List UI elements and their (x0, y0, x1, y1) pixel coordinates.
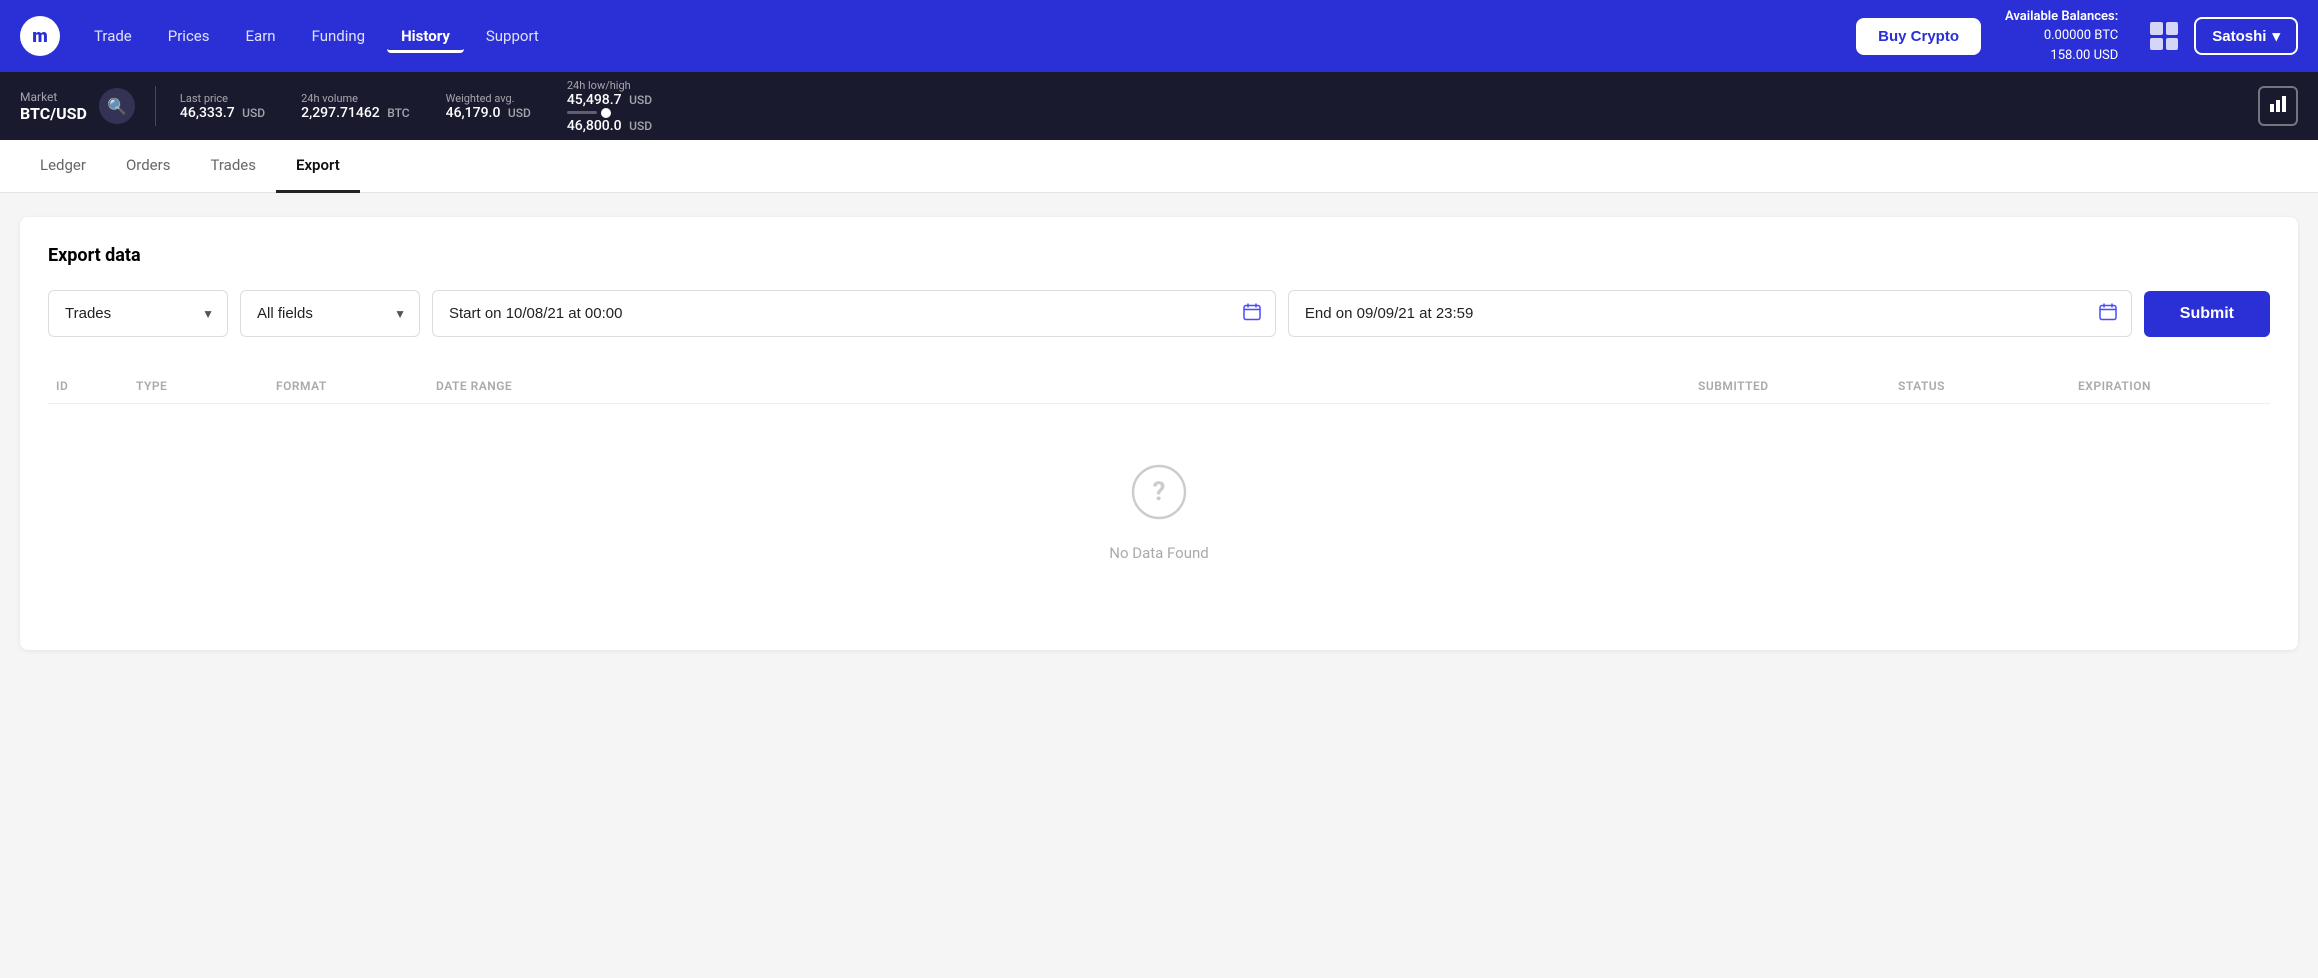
market-divider (155, 86, 156, 126)
svg-text:?: ? (1153, 477, 1166, 507)
last-price-value: 46,333.7 USD (180, 105, 265, 121)
chevron-down-icon: ▾ (2272, 27, 2280, 45)
balance-usd: 158.00 USD (2005, 46, 2118, 66)
logo-text: m (32, 26, 48, 47)
nav-earn[interactable]: Earn (232, 19, 290, 53)
tab-trades[interactable]: Trades (190, 140, 276, 193)
low-high-stat: 24h low/high 45,498.7 USD 46,800.0 USD (567, 79, 652, 134)
table-header: ID TYPE FORMAT DATE RANGE SUBMITTED STAT… (48, 369, 2270, 404)
tab-ledger[interactable]: Ledger (20, 140, 106, 193)
last-price-label: Last price (180, 92, 265, 105)
history-tabs: Ledger Orders Trades Export (0, 140, 2318, 193)
logo[interactable]: m (20, 16, 60, 56)
market-info: Market BTC/USD (20, 90, 87, 123)
col-status: STATUS (1890, 379, 2070, 393)
tab-export[interactable]: Export (276, 140, 360, 193)
bar-chart-icon (2268, 94, 2288, 118)
market-search-button[interactable]: 🔍 (99, 88, 135, 124)
no-data-section: ? No Data Found (48, 404, 2270, 622)
top-navigation: m Trade Prices Earn Funding History Supp… (0, 0, 2318, 72)
market-label: Market (20, 90, 87, 104)
chart-toggle-button[interactable] (2258, 86, 2298, 126)
balance-btc: 0.00000 BTC (2005, 26, 2118, 46)
range-slider (567, 108, 644, 118)
col-expiration: EXPIRATION (2070, 379, 2270, 393)
type-select-wrap: Trades ▼ (48, 290, 228, 337)
export-card: Export data Trades ▼ All fields ▼ (20, 217, 2298, 650)
main-content: Export data Trades ▼ All fields ▼ (0, 193, 2318, 674)
nav-trade[interactable]: Trade (80, 19, 146, 53)
export-title: Export data (48, 245, 2270, 266)
fields-select-wrap: All fields ▼ (240, 290, 420, 337)
col-date-range: DATE RANGE (428, 379, 1690, 393)
buy-crypto-button[interactable]: Buy Crypto (1856, 18, 1981, 55)
nav-history[interactable]: History (387, 19, 464, 53)
end-date-input[interactable] (1288, 290, 2132, 337)
type-select[interactable]: Trades (48, 290, 228, 337)
user-menu-button[interactable]: Satoshi ▾ (2194, 17, 2298, 55)
user-name: Satoshi (2212, 28, 2266, 45)
market-bar: Market BTC/USD 🔍 Last price 46,333.7 USD… (0, 72, 2318, 140)
last-price-stat: Last price 46,333.7 USD (180, 92, 265, 121)
col-type: TYPE (128, 379, 268, 393)
start-date-wrap (432, 290, 1276, 337)
start-date-input[interactable] (432, 290, 1276, 337)
nav-funding[interactable]: Funding (298, 19, 380, 53)
lowhigh-label: 24h low/high (567, 79, 652, 92)
submit-button[interactable]: Submit (2144, 291, 2270, 337)
col-format: FORMAT (268, 379, 428, 393)
search-icon: 🔍 (107, 97, 127, 116)
weighted-value: 46,179.0 USD (446, 105, 531, 121)
nav-prices[interactable]: Prices (154, 19, 224, 53)
balance-display: Available Balances: 0.00000 BTC 158.00 U… (2005, 7, 2118, 66)
weighted-avg-stat: Weighted avg. 46,179.0 USD (446, 92, 531, 121)
volume-stat: 24h volume 2,297.71462 BTC (301, 92, 410, 121)
tab-orders[interactable]: Orders (106, 140, 191, 193)
market-name: BTC/USD (20, 104, 87, 123)
col-submitted: SUBMITTED (1690, 379, 1890, 393)
nav-support[interactable]: Support (472, 19, 553, 53)
no-data-text: No Data Found (1109, 544, 1208, 562)
volume-value: 2,297.71462 BTC (301, 105, 410, 121)
col-id: ID (48, 379, 128, 393)
fields-select[interactable]: All fields (240, 290, 420, 337)
volume-label: 24h volume (301, 92, 410, 105)
lowhigh-value: 45,498.7 USD 46,800.0 USD (567, 92, 652, 134)
weighted-label: Weighted avg. (446, 92, 531, 105)
grid-view-icon[interactable] (2150, 22, 2178, 50)
no-data-icon: ? (1131, 464, 1187, 532)
end-date-wrap (1288, 290, 2132, 337)
export-controls: Trades ▼ All fields ▼ (48, 290, 2270, 337)
balance-label: Available Balances: (2005, 7, 2118, 27)
